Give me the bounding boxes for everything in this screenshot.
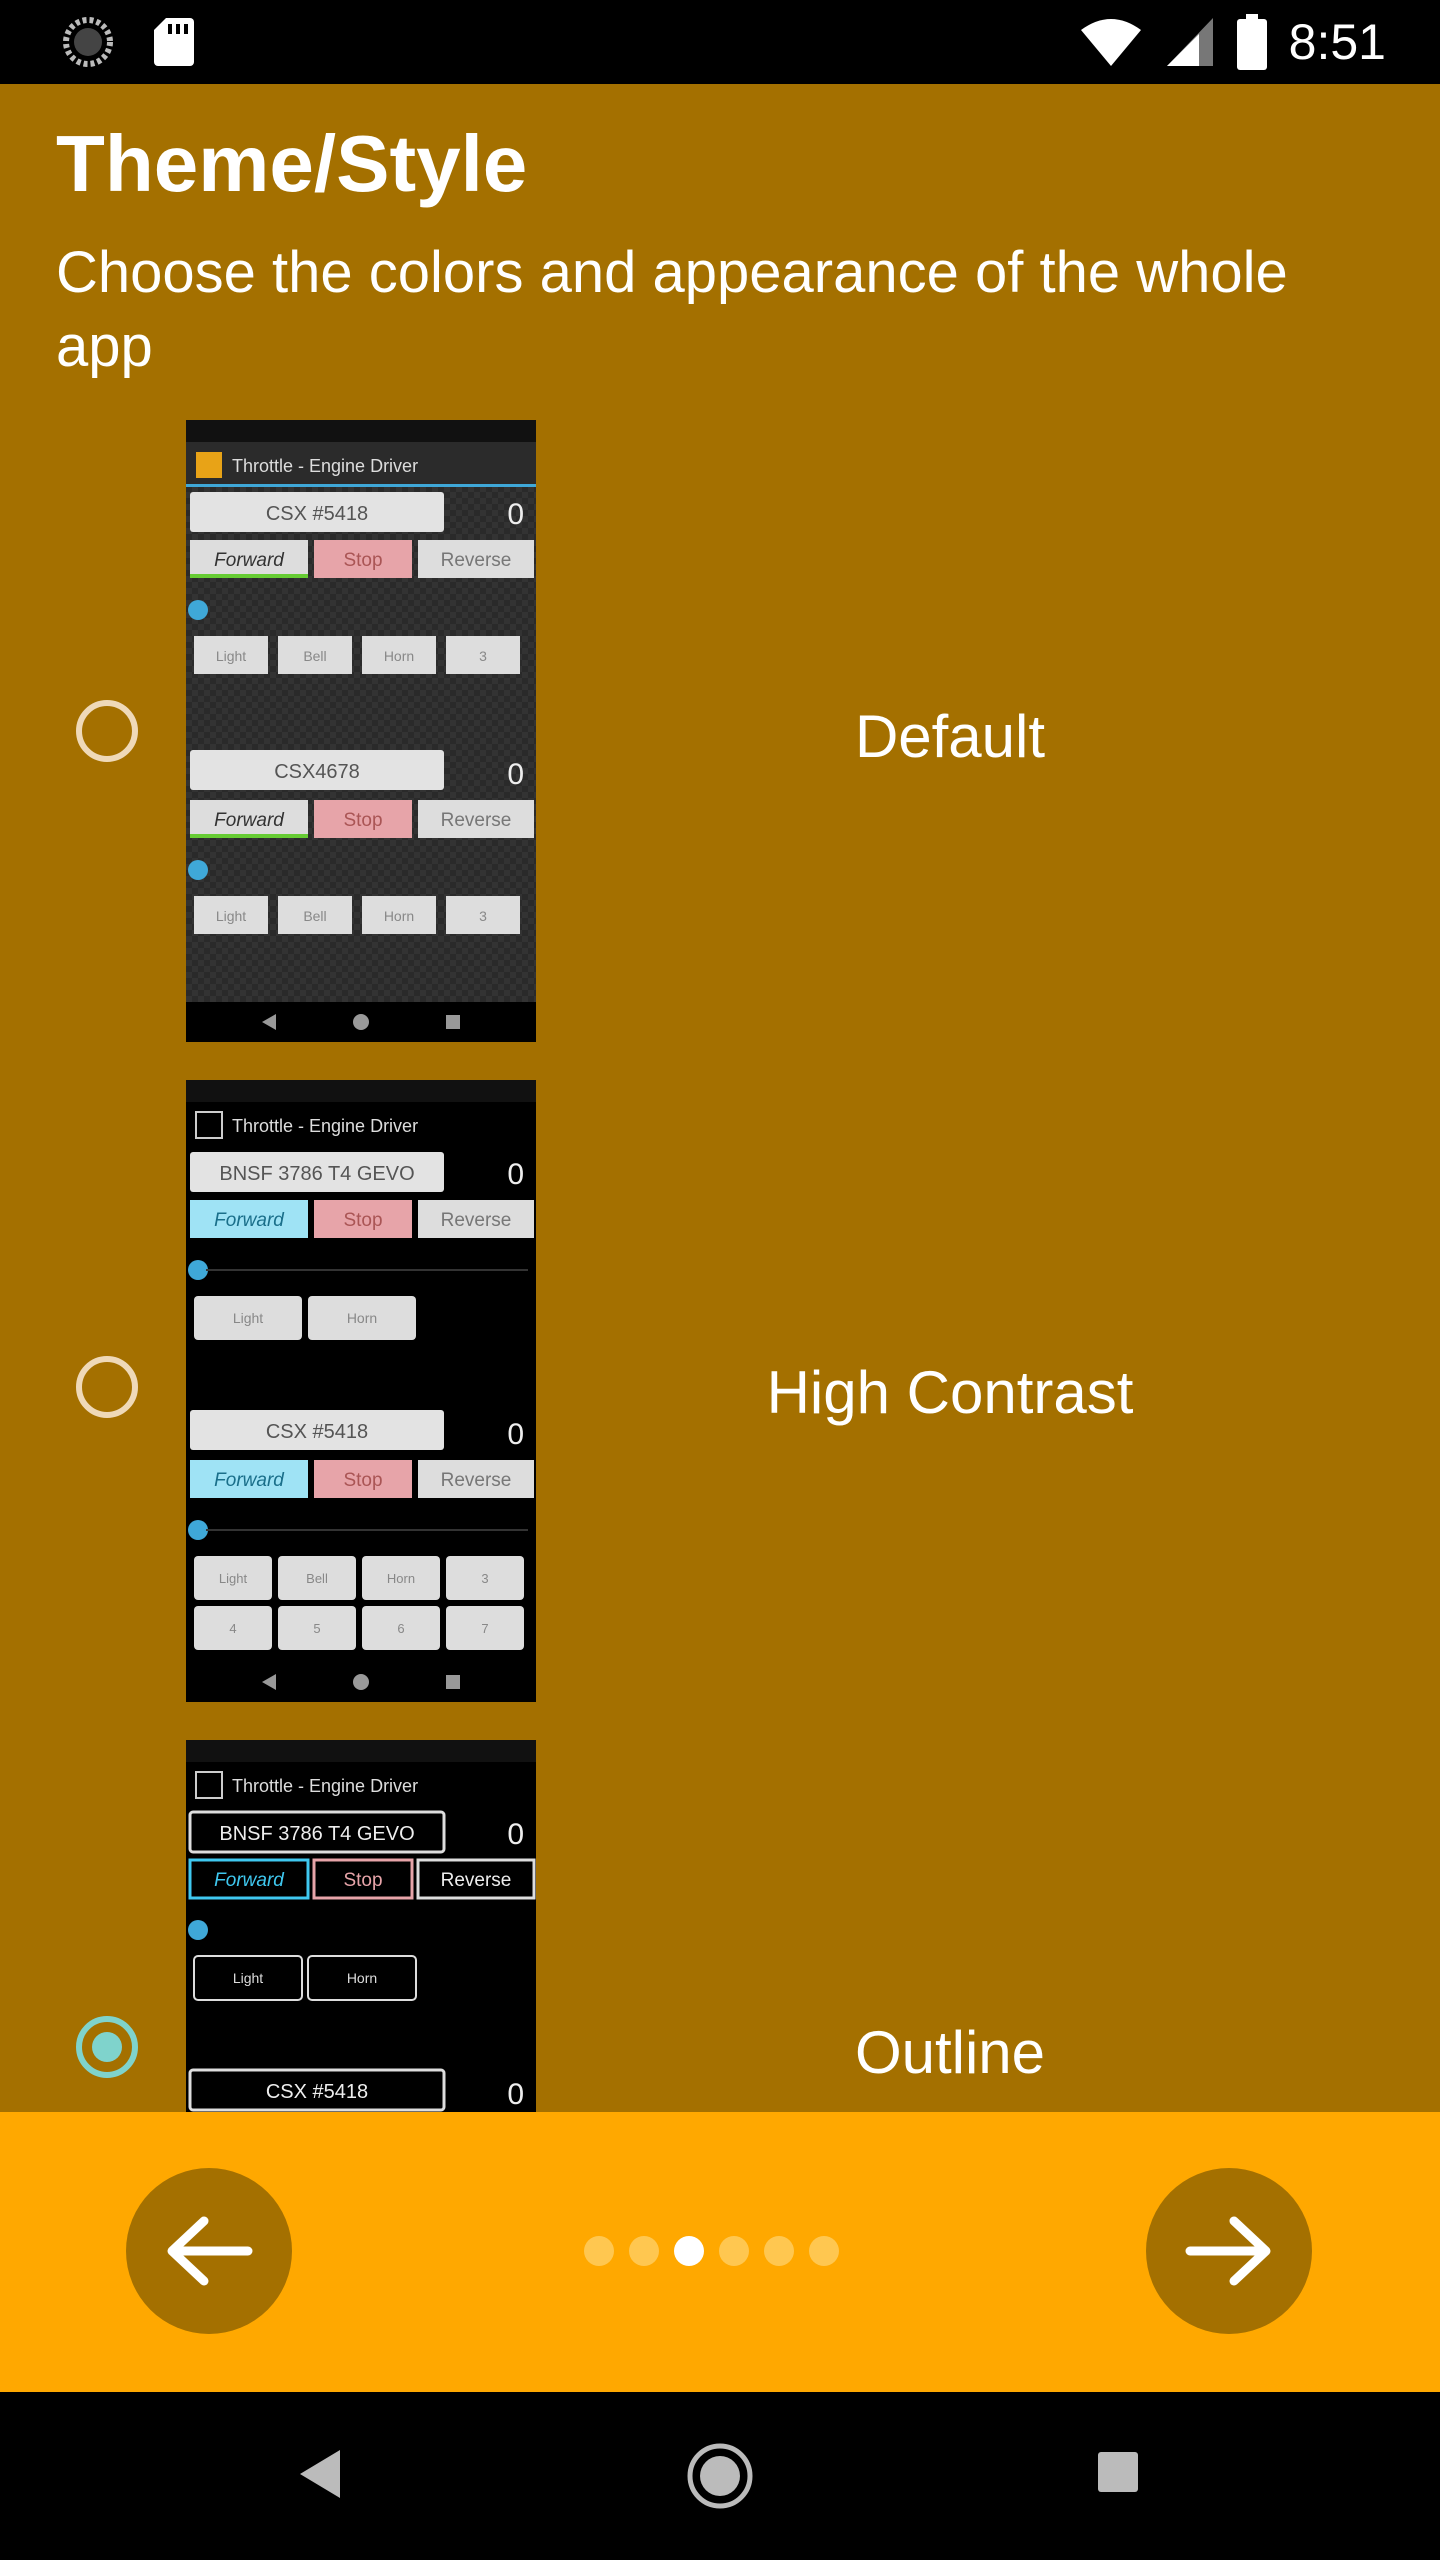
thumb-app-title: Throttle - Engine Driver [232, 456, 418, 476]
wifi-icon [1080, 19, 1141, 66]
page-dot-4 [719, 2236, 749, 2266]
radio-button-high-contrast[interactable] [76, 1356, 138, 1418]
theme-preview-default: Throttle - Engine Driver CSX #5418 0 For… [186, 420, 536, 1042]
svg-text:Reverse: Reverse [441, 810, 512, 831]
page-subtitle: Choose the colors and appearance of the … [56, 240, 1288, 379]
svg-text:Stop: Stop [343, 550, 382, 571]
svg-text:6: 6 [397, 1621, 404, 1636]
theme-option-outline[interactable]: Throttle - Engine Driver BNSF 3786 T4 GE… [0, 1740, 1440, 2112]
svg-text:3: 3 [479, 648, 487, 664]
radio-button-outline[interactable] [76, 2016, 138, 2078]
arrow-right-icon [1185, 2216, 1271, 2286]
page-dot-5 [764, 2236, 794, 2266]
svg-text:Forward: Forward [214, 1210, 285, 1231]
svg-text:0: 0 [507, 758, 524, 791]
svg-text:Light: Light [216, 908, 246, 924]
theme-option-high-contrast[interactable]: Throttle - Engine Driver BNSF 3786 T4 GE… [0, 1080, 1440, 1704]
back-button[interactable] [126, 2168, 292, 2334]
theme-label-high-contrast[interactable]: High Contrast [600, 1358, 1300, 1427]
svg-text:4: 4 [229, 1621, 236, 1636]
arrow-left-icon [167, 2216, 253, 2286]
cell-signal-icon [1166, 18, 1213, 66]
svg-text:Reverse: Reverse [441, 550, 512, 571]
svg-text:0: 0 [507, 2078, 524, 2111]
page-dot-2 [629, 2236, 659, 2266]
system-navigation-bar [0, 2392, 1440, 2560]
svg-text:3: 3 [481, 1571, 488, 1586]
theme-style-page: Theme/Style Choose the colors and appear… [0, 84, 1440, 2112]
thumb-loco1: CSX #5418 [266, 503, 368, 525]
page-dot-1 [584, 2236, 614, 2266]
svg-text:Light: Light [233, 1970, 263, 1986]
battery-icon [1236, 14, 1267, 70]
svg-text:Throttle - Engine Driver: Throttle - Engine Driver [232, 1776, 418, 1796]
next-button[interactable] [1146, 2168, 1312, 2334]
page-title: Theme/Style [56, 119, 528, 208]
svg-text:Light: Light [216, 648, 246, 664]
theme-preview-high-contrast: Throttle - Engine Driver BNSF 3786 T4 GE… [186, 1080, 536, 1702]
page-dot-3 [674, 2236, 704, 2266]
svg-text:Forward: Forward [214, 1870, 285, 1891]
svg-text:Bell: Bell [306, 1571, 328, 1586]
radio-button-default[interactable] [76, 700, 138, 762]
svg-text:Stop: Stop [343, 1210, 382, 1231]
theme-label-outline[interactable]: Outline [600, 2018, 1300, 2087]
status-bar: 8:51 [0, 0, 1440, 84]
svg-text:Horn: Horn [384, 648, 414, 664]
svg-text:Horn: Horn [347, 1970, 377, 1986]
svg-text:Light: Light [233, 1310, 263, 1326]
svg-text:Horn: Horn [387, 1571, 415, 1586]
recents-square-icon[interactable] [1096, 2450, 1140, 2494]
svg-text:7: 7 [481, 1621, 488, 1636]
page-indicator [584, 2236, 839, 2266]
page-dot-6 [809, 2236, 839, 2266]
theme-preview-outline: Throttle - Engine Driver BNSF 3786 T4 GE… [186, 1740, 536, 2112]
svg-text:Forward: Forward [214, 810, 285, 831]
svg-text:Reverse: Reverse [441, 1470, 512, 1491]
svg-text:Stop: Stop [343, 1470, 382, 1491]
svg-text:3: 3 [479, 908, 487, 924]
sd-card-icon [154, 18, 194, 66]
svg-text:Forward: Forward [214, 1470, 285, 1491]
svg-text:Stop: Stop [343, 1870, 382, 1891]
svg-text:Horn: Horn [384, 908, 414, 924]
svg-text:Reverse: Reverse [441, 1870, 512, 1891]
theme-label-default[interactable]: Default [600, 702, 1300, 771]
svg-text:Forward: Forward [214, 550, 285, 571]
home-circle-icon[interactable] [686, 2442, 754, 2510]
svg-text:Bell: Bell [303, 908, 326, 924]
svg-text:Throttle - Engine Driver: Throttle - Engine Driver [232, 1116, 418, 1136]
sync-icon [63, 17, 113, 67]
svg-text:BNSF 3786 T4 GEVO: BNSF 3786 T4 GEVO [219, 1163, 414, 1185]
svg-text:CSX #5418: CSX #5418 [266, 1421, 368, 1443]
svg-text:Horn: Horn [347, 1310, 377, 1326]
svg-text:Stop: Stop [343, 810, 382, 831]
svg-text:CSX #5418: CSX #5418 [266, 2081, 368, 2103]
svg-text:BNSF 3786 T4 GEVO: BNSF 3786 T4 GEVO [219, 1823, 414, 1845]
svg-text:Bell: Bell [303, 648, 326, 664]
svg-text:0: 0 [507, 1818, 524, 1851]
svg-text:Reverse: Reverse [441, 1210, 512, 1231]
back-triangle-icon[interactable] [296, 2446, 344, 2502]
svg-text:Light: Light [219, 1571, 248, 1586]
svg-text:5: 5 [313, 1621, 320, 1636]
thumb-speed: 0 [507, 498, 524, 531]
svg-text:0: 0 [507, 1418, 524, 1451]
theme-option-default[interactable]: Throttle - Engine Driver CSX #5418 0 For… [0, 420, 1440, 1044]
status-time: 8:51 [1288, 14, 1386, 70]
svg-text:0: 0 [507, 1158, 524, 1191]
thumb-loco2: CSX4678 [274, 761, 360, 783]
intro-pager-bar [0, 2112, 1440, 2392]
